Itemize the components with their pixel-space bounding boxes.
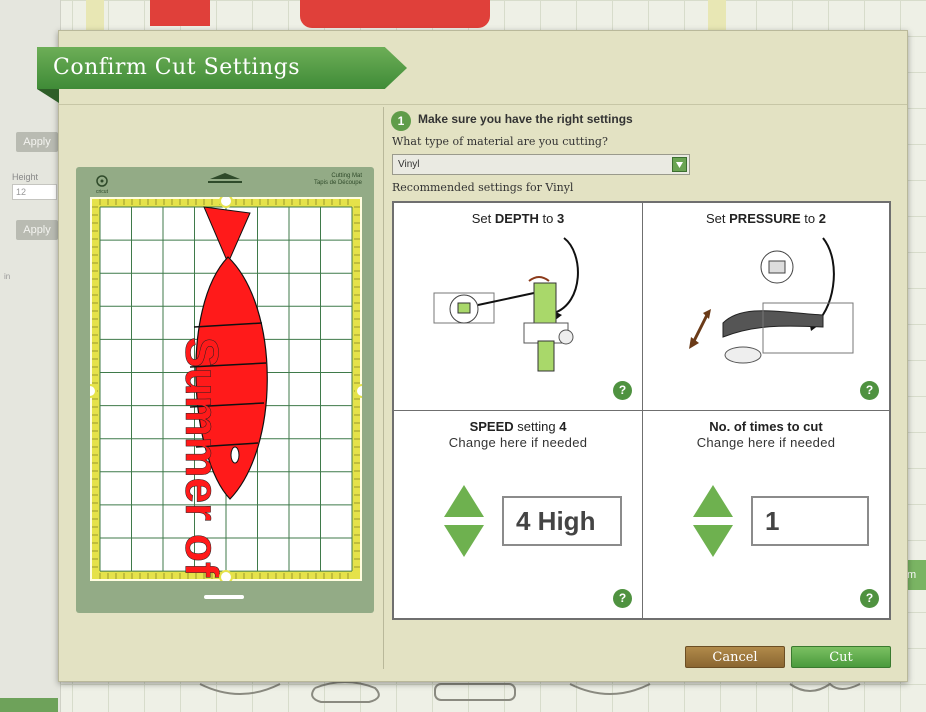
left-properties-panel <box>0 0 61 712</box>
cutting-mat-preview: cricut Cutting Mat Tapis de Découpe Summ… <box>76 167 374 613</box>
help-icon[interactable]: ? <box>613 381 632 400</box>
background-height-input[interactable]: 12 <box>12 184 57 200</box>
cut-times-increase-button[interactable] <box>693 485 733 517</box>
material-selected-value: Vinyl <box>398 159 420 170</box>
settings-grid: Set DEPTH to 3 ? Set PRESSURE to 2 ? SPE… <box>392 201 891 620</box>
speed-title: SPEED setting 4 <box>469 419 567 434</box>
background-height-label: Height <box>12 172 39 182</box>
mat-grid-area: Summer of Love <box>90 197 362 581</box>
cricut-logo-icon: cricut <box>96 175 109 195</box>
recommended-settings-label: Recommended settings for Vinyl <box>392 181 574 194</box>
cut-times-subtitle: Change here if needed <box>696 435 836 450</box>
title-divider <box>59 104 907 105</box>
background-apply-button[interactable]: Apply <box>16 132 58 152</box>
mat-label-line2: Tapis de Découpe <box>313 180 362 186</box>
pressure-title: Set PRESSURE to 2 <box>706 211 826 226</box>
mat-label: Cutting Mat Tapis de Découpe <box>314 173 362 187</box>
help-icon[interactable]: ? <box>613 589 632 608</box>
mat-alignment-marker <box>208 173 242 183</box>
background-design-shape <box>300 0 490 28</box>
background-apply-button[interactable]: Apply <box>16 220 58 240</box>
depth-title: Set DEPTH to 3 <box>471 211 565 226</box>
speed-decrease-button[interactable] <box>444 525 484 557</box>
background-bottom-tab[interactable] <box>0 698 58 712</box>
background-ruler <box>708 0 726 30</box>
title-ribbon-fold <box>37 89 59 103</box>
cut-times-decrease-button[interactable] <box>693 525 733 557</box>
step-title: Make sure you have the right settings <box>418 112 633 126</box>
background-ruler <box>86 0 104 30</box>
cut-times-setting-cell: No. of times to cut Change here if neede… <box>643 411 889 618</box>
cut-button[interactable]: Cut <box>791 646 891 668</box>
pressure-dial-illustration <box>689 237 854 364</box>
cut-times-value-field[interactable]: 1 <box>751 496 869 546</box>
mat-logo-text: cricut <box>96 189 109 195</box>
depth-blade-illustration <box>433 237 579 372</box>
cut-times-title: No. of times to cut <box>709 419 823 434</box>
speed-value-field[interactable]: 4 High <box>502 496 622 546</box>
mat-label-line1: Cutting Mat <box>331 173 362 179</box>
chevron-down-icon[interactable] <box>672 157 687 172</box>
dialog-title: Confirm Cut Settings <box>37 47 407 89</box>
confirm-cut-dialog: Confirm Cut Settings cricut Cutting Mat … <box>37 30 908 682</box>
pressure-setting-cell: Set PRESSURE to 2 ? <box>643 203 889 411</box>
speed-setting-cell: SPEED setting 4 Change here if needed 4 … <box>394 411 643 618</box>
background-design-shape <box>150 0 210 26</box>
help-icon[interactable]: ? <box>860 381 879 400</box>
speed-increase-button[interactable] <box>444 485 484 517</box>
material-question: What type of material are you cutting? <box>392 135 608 148</box>
panel-divider <box>383 107 384 669</box>
background-unit-label: in <box>4 272 11 281</box>
speed-subtitle: Change here if needed <box>448 435 588 450</box>
cancel-button[interactable]: Cancel <box>685 646 785 668</box>
material-select[interactable]: Vinyl <box>392 154 690 175</box>
step-number-badge: 1 <box>391 111 411 131</box>
summer-of-love-text: Summer of Love <box>176 337 228 581</box>
mat-handle <box>204 595 244 599</box>
depth-setting-cell: Set DEPTH to 3 ? <box>394 203 643 411</box>
help-icon[interactable]: ? <box>860 589 879 608</box>
background-doodles <box>199 681 861 703</box>
